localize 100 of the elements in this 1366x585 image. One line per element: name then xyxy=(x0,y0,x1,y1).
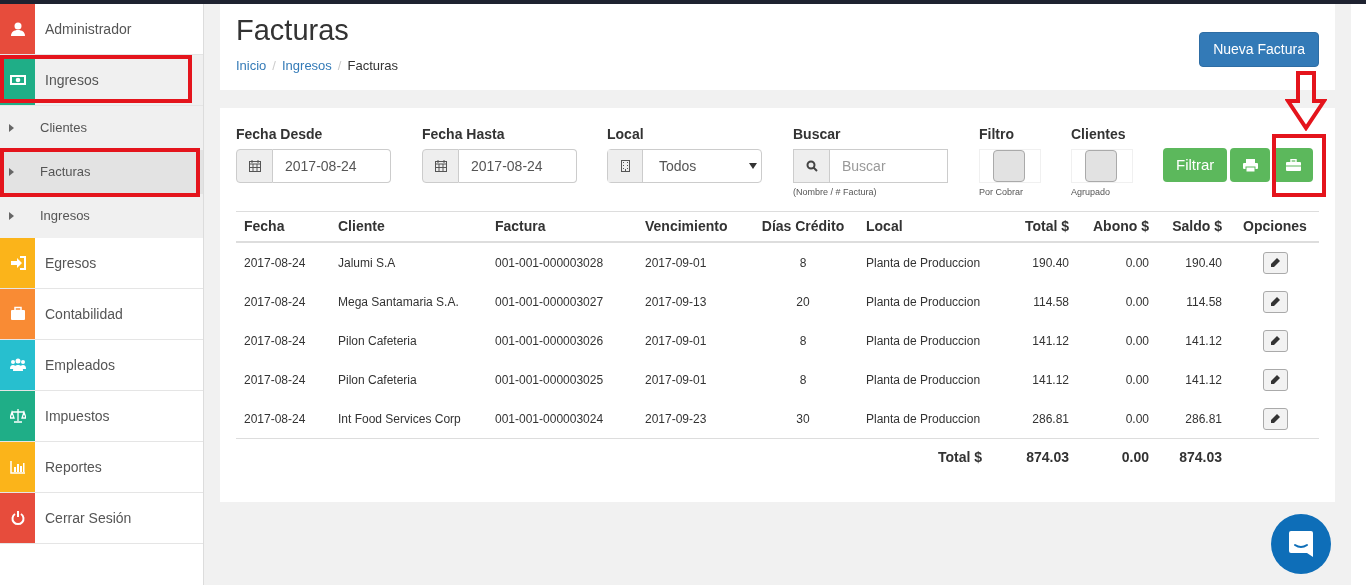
down-arrow-icon xyxy=(1285,71,1327,131)
field-label: Fecha Desde xyxy=(236,125,324,142)
column-header: Abono $ xyxy=(1092,217,1150,236)
submenu-label: Facturas xyxy=(40,163,91,182)
table-cell-text: 141.12 xyxy=(1031,371,1070,389)
sign-in-icon xyxy=(9,255,26,271)
column-header: Vencimiento xyxy=(644,217,729,236)
field-label: Buscar xyxy=(793,125,842,142)
sidebar-item[interactable]: Egresos xyxy=(0,238,203,289)
table-cell-text: 0.00 xyxy=(1124,332,1150,350)
sidebar-item[interactable]: Reportes xyxy=(0,442,203,493)
toggle-switch[interactable] xyxy=(979,149,1041,183)
annotation-box xyxy=(1272,134,1326,197)
edit-button[interactable] xyxy=(1262,251,1288,274)
edit-button[interactable] xyxy=(1262,407,1288,430)
sidebar-item[interactable]: Cerrar Sesión xyxy=(0,493,203,544)
breadcrumb-link[interactable]: Ingresos xyxy=(282,56,332,76)
table-cell-text: Jalumi S.A xyxy=(337,254,397,272)
table-cell-text: Planta de Produccion xyxy=(865,254,982,272)
pencil-icon xyxy=(1270,374,1280,385)
power-icon xyxy=(9,510,26,526)
breadcrumb-link[interactable]: Inicio xyxy=(236,56,267,76)
column-header: Fecha xyxy=(243,217,286,236)
table-cell-text: 001-001-000003028 xyxy=(494,254,605,272)
total-label: Total $ xyxy=(936,448,983,467)
bar-chart-icon xyxy=(9,459,26,475)
page-title: Facturas xyxy=(236,13,350,48)
users-icon xyxy=(9,357,26,373)
briefcase-icon xyxy=(9,306,26,322)
sidebar-item[interactable]: Administrador xyxy=(0,4,203,55)
column-header: Factura xyxy=(494,217,547,236)
sidebar-item[interactable]: Contabilidad xyxy=(0,289,203,340)
banknote-icon xyxy=(9,72,26,88)
toggle-switch[interactable] xyxy=(1071,149,1133,183)
table-cell-text: 001-001-000003024 xyxy=(494,410,605,428)
column-header: Saldo $ xyxy=(1171,217,1223,236)
table-cell-text: 2017-09-13 xyxy=(644,293,708,311)
table-cell-text: 8 xyxy=(798,254,808,272)
sidebar-label: Reportes xyxy=(45,457,102,477)
search-icon xyxy=(805,160,818,172)
table-cell-text: 2017-09-01 xyxy=(644,371,708,389)
edit-button[interactable] xyxy=(1262,329,1288,352)
printer-icon xyxy=(1242,158,1258,172)
table-cell-text: 190.40 xyxy=(1031,254,1070,272)
table-cell-text: 2017-08-24 xyxy=(243,371,307,389)
edit-button[interactable] xyxy=(1262,368,1288,391)
sidebar-label: Empleados xyxy=(45,355,116,375)
submenu-item[interactable]: Ingresos xyxy=(0,194,203,238)
search-field[interactable]: Buscar xyxy=(830,149,948,183)
calendar-icon xyxy=(248,160,261,172)
table-cell-text: 0.00 xyxy=(1124,254,1150,272)
table-cell-text: Pilon Cafeteria xyxy=(337,371,418,389)
sidebar-item[interactable]: Empleados xyxy=(0,340,203,391)
sidebar-item[interactable]: Impuestos xyxy=(0,391,203,442)
briefcase-button[interactable] xyxy=(1273,148,1314,182)
sidebar-label: Cerrar Sesión xyxy=(45,508,132,528)
table-cell-text: Mega Santamaria S.A. xyxy=(337,293,460,311)
table-cell-text: 2017-09-01 xyxy=(644,254,708,272)
table-cell-text: Planta de Produccion xyxy=(865,410,982,428)
submenu-item[interactable]: Clientes xyxy=(0,106,203,150)
local-select[interactable]: Todos xyxy=(607,149,762,183)
date-field[interactable]: 2017-08-24 xyxy=(459,149,577,183)
pencil-icon xyxy=(1270,413,1280,424)
sidebar-label: Egresos xyxy=(45,253,97,273)
column-header: Total $ xyxy=(1023,217,1070,236)
submenu-label: Clientes xyxy=(40,119,87,138)
table-cell-text: 8 xyxy=(798,371,808,389)
pencil-icon xyxy=(1270,335,1280,346)
table-cell-text: 8 xyxy=(798,332,808,350)
column-header: Cliente xyxy=(337,217,386,236)
table-cell-text: 001-001-000003026 xyxy=(494,332,605,350)
table-cell-text: Pilon Cafeteria xyxy=(337,332,418,350)
breadcrumb-separator: / xyxy=(337,57,342,75)
caret-icon xyxy=(9,124,14,132)
caret-icon xyxy=(9,212,14,220)
breadcrumb-separator: / xyxy=(272,57,276,75)
table-cell-text: Planta de Produccion xyxy=(865,332,982,350)
table-cell-text: 0.00 xyxy=(1124,410,1150,428)
total-value: 874.03 xyxy=(1025,448,1070,467)
total-value: 0.00 xyxy=(1120,448,1150,467)
table-cell-text: 0.00 xyxy=(1124,293,1150,311)
building-icon xyxy=(620,160,630,172)
total-value: 874.03 xyxy=(1178,448,1223,467)
table-cell-text: 2017-09-23 xyxy=(644,410,708,428)
edit-button[interactable] xyxy=(1262,290,1288,313)
field-label: Fecha Hasta xyxy=(422,125,506,142)
table-cell-text: 114.58 xyxy=(1185,293,1223,311)
new-invoice-button[interactable]: Nueva Factura xyxy=(1199,32,1319,67)
field-label: Local xyxy=(607,125,645,142)
toggle-caption: Por Cobrar xyxy=(979,186,1024,199)
breadcrumb-current: Facturas xyxy=(347,57,399,75)
table-cell-text: 001-001-000003025 xyxy=(494,371,605,389)
caret-icon xyxy=(9,168,14,176)
table-cell-text: Int Food Services Corp xyxy=(337,410,462,428)
table-cell-text: 001-001-000003027 xyxy=(494,293,605,311)
sidebar-label: Contabilidad xyxy=(45,304,123,324)
submenu-label: Ingresos xyxy=(40,207,90,226)
table-cell-text: 2017-09-01 xyxy=(644,332,708,350)
date-field[interactable]: 2017-08-24 xyxy=(273,149,391,183)
table-cell-text: 2017-08-24 xyxy=(243,293,307,311)
